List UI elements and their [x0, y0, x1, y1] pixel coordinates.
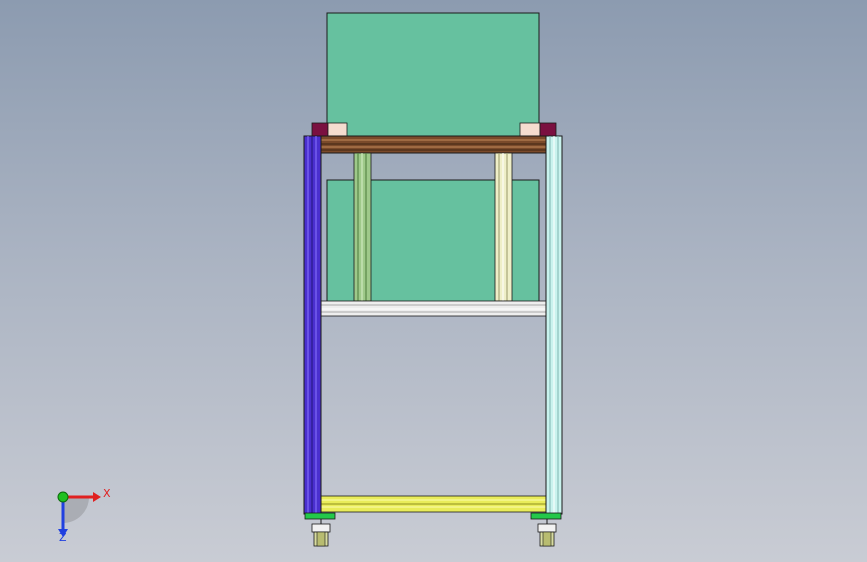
top-beam — [303, 135, 563, 154]
triad-shadow-icon — [63, 497, 89, 523]
coordinate-triad[interactable]: X Z — [57, 487, 111, 544]
x-arrow-icon — [93, 492, 101, 502]
cad-viewport[interactable]: X Z — [0, 0, 867, 562]
inner-post-right — [494, 152, 513, 302]
upper-panel — [326, 12, 540, 138]
left-caster — [311, 519, 331, 547]
z-axis-label: Z — [59, 531, 67, 544]
left-bracket — [311, 122, 348, 137]
y-axis-dot-icon — [57, 491, 69, 503]
right-caster — [537, 519, 557, 547]
left-foot — [304, 512, 336, 520]
left-post — [303, 135, 322, 515]
bottom-beam — [320, 495, 547, 513]
right-bracket — [519, 122, 557, 137]
middle-beam — [320, 300, 547, 317]
right-post — [545, 135, 563, 515]
cart-model-view[interactable]: X Z — [0, 0, 867, 562]
inner-post-left — [353, 152, 372, 302]
x-axis-label: X — [103, 487, 111, 500]
right-foot — [530, 512, 562, 520]
